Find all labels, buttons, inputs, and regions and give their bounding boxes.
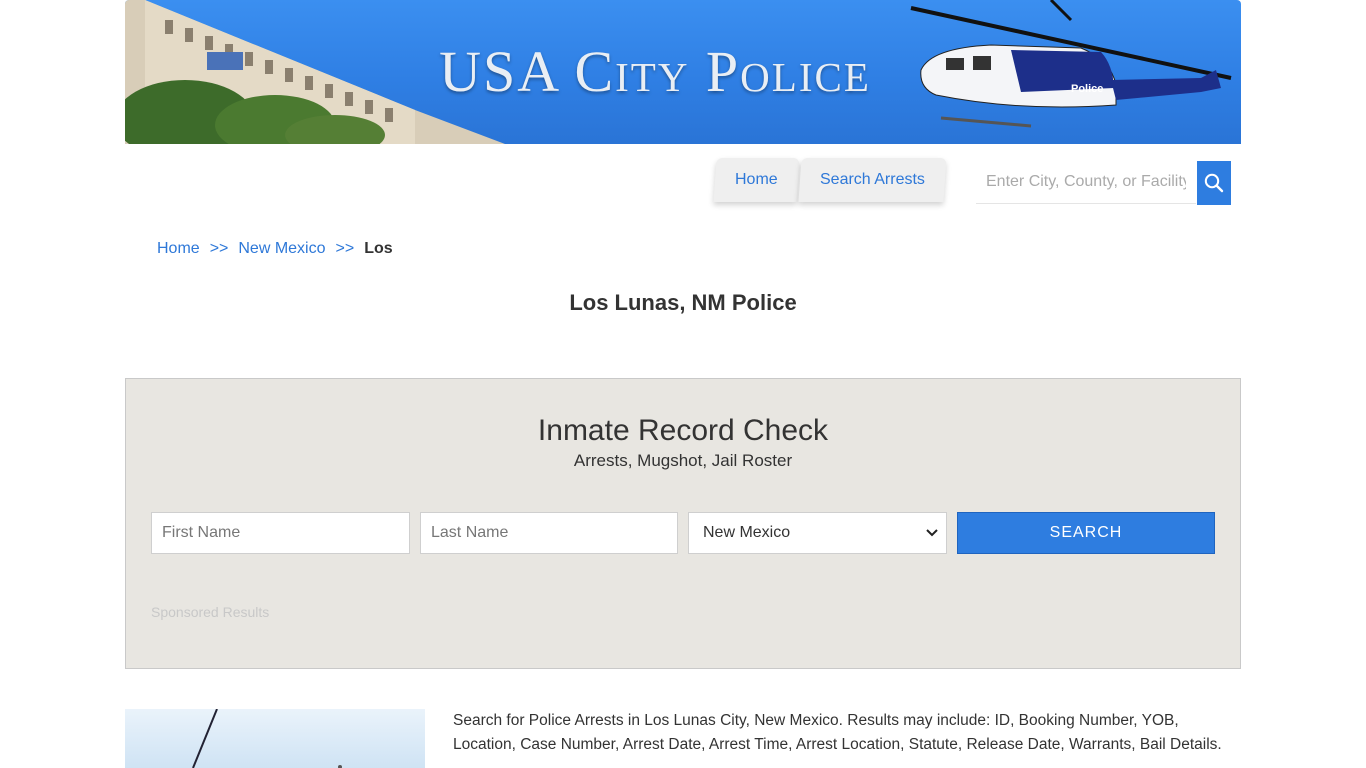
- sponsored-results-label: Sponsored Results: [151, 604, 270, 620]
- nav-search-arrests[interactable]: Search Arrests: [798, 158, 947, 202]
- record-search-button[interactable]: SEARCH: [957, 512, 1215, 554]
- page-title: Los Lunas, NM Police: [569, 290, 797, 315]
- breadcrumb-current: Los: [364, 240, 393, 257]
- last-name-field[interactable]: [420, 512, 678, 554]
- nav-search-arrests-label: Search Arrests: [819, 171, 925, 188]
- location-search-input[interactable]: [976, 161, 1196, 204]
- site-title: USA City Police: [439, 39, 871, 104]
- state-select[interactable]: New Mexico: [688, 512, 947, 554]
- helicopter-label: Police: [1071, 83, 1103, 95]
- chevron-down-icon: [926, 529, 938, 537]
- page-description: Search for Police Arrests in Los Lunas C…: [453, 712, 1222, 753]
- panel-subtitle: Arrests, Mugshot, Jail Roster: [573, 451, 793, 470]
- breadcrumb-separator: >>: [335, 240, 355, 257]
- first-name-field[interactable]: [151, 512, 410, 554]
- site-search: [976, 161, 1231, 205]
- search-button[interactable]: [1197, 161, 1231, 205]
- helicopter-illustration: Police: [910, 0, 1232, 128]
- inmate-record-check-panel: Inmate Record Check Arrests, Mugshot, Ja…: [125, 378, 1241, 669]
- photo-illustration: [192, 709, 342, 768]
- breadcrumb-home[interactable]: Home: [157, 240, 200, 258]
- state-select-value: New Mexico: [703, 524, 791, 541]
- panel-title: Inmate Record Check: [537, 414, 829, 447]
- breadcrumb: Home >> New Mexico >> Los: [157, 240, 393, 258]
- nav-home[interactable]: Home: [713, 158, 800, 202]
- main-nav: Home Search Arrests: [713, 158, 947, 202]
- police-photo: [125, 709, 425, 768]
- search-icon: [1204, 173, 1224, 193]
- header-banner: USA City Police Police: [125, 0, 1241, 144]
- breadcrumb-state[interactable]: New Mexico: [238, 240, 325, 258]
- nav-home-label: Home: [735, 171, 778, 188]
- breadcrumb-separator: >>: [209, 240, 229, 257]
